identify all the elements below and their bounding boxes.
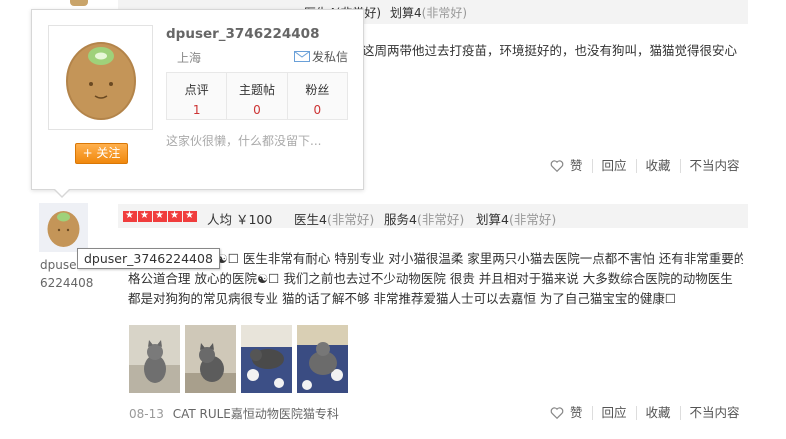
user-profile-popup: dpuser_3746224408 上海 发私信 点评 1 主题帖 0 粉丝 0… (31, 9, 364, 190)
username-tooltip: dpuser_3746224408 (77, 248, 220, 269)
reviewer-avatar[interactable] (39, 203, 88, 252)
heart-icon (550, 407, 564, 420)
cat-photo-icon (185, 325, 236, 393)
popup-stats: 点评 1 主题帖 0 粉丝 0 (166, 72, 348, 120)
mail-icon (294, 51, 310, 62)
star-icon (168, 209, 182, 223)
review-photos (129, 325, 353, 393)
report-button[interactable]: 不当内容 (679, 406, 749, 420)
review2-text: 啊☯☐ 医生非常有耐心 特别专业 对小猫很温柔 家里两只小猫去医院一点都不害怕 … (128, 251, 743, 306)
star-rating (123, 209, 198, 223)
rating-service: 服务4(非常好) (384, 212, 465, 227)
cat-photo-icon (129, 325, 180, 393)
kiwi-avatar-icon (66, 42, 136, 120)
review1-rating-value: 划算4(非常好) (390, 6, 468, 20)
avg-price: 人均 ￥100 (207, 212, 273, 227)
rating-value: 划算4(非常好) (476, 212, 557, 227)
popup-username[interactable]: dpuser_3746224408 (166, 26, 319, 42)
reviewer-avatar-partial[interactable] (70, 0, 88, 6)
send-message-button[interactable]: 发私信 (294, 48, 348, 65)
review2-meta: 08-13 CAT RULE嘉恒动物医院猫专科 (129, 405, 339, 422)
popup-avatar[interactable] (48, 25, 153, 130)
star-icon (138, 209, 152, 223)
kiwi-avatar-icon (39, 203, 88, 252)
rating-doctor: 医生4(非常好) (294, 212, 375, 227)
stat-fans[interactable]: 粉丝 0 (286, 73, 347, 119)
stat-topics[interactable]: 主题帖 0 (226, 73, 286, 119)
review-photo[interactable] (129, 325, 180, 393)
like-button[interactable]: 赞 (550, 159, 592, 173)
reply-button[interactable]: 回应 (591, 406, 636, 420)
star-icon (153, 209, 167, 223)
star-icon (183, 209, 197, 223)
popup-pointer (53, 188, 71, 198)
report-button[interactable]: 不当内容 (679, 159, 749, 173)
stat-reviews[interactable]: 点评 1 (167, 73, 226, 119)
shop-link[interactable]: CAT RULE嘉恒动物医院猫专科 (173, 407, 339, 421)
review2-actions: 赞 回应 收藏 不当内容 (550, 404, 749, 422)
popup-bio: 这家伙很懒，什么都没留下... (166, 134, 322, 148)
review1-actions: 赞 回应 收藏 不当内容 (550, 157, 749, 175)
reply-button[interactable]: 回应 (591, 159, 636, 173)
star-icon (123, 209, 137, 223)
like-button[interactable]: 赞 (550, 406, 592, 420)
favorite-button[interactable]: 收藏 (635, 159, 680, 173)
reviewer-name[interactable]: dpuser (40, 258, 81, 272)
heart-icon (550, 160, 564, 173)
review-photo[interactable] (241, 325, 292, 393)
popup-city: 上海 (177, 51, 202, 65)
favorite-button[interactable]: 收藏 (635, 406, 680, 420)
follow-button[interactable]: + 关注 (75, 143, 128, 164)
cat-photo-icon (241, 325, 292, 393)
cat-photo-icon (297, 325, 348, 393)
reviewer-id: 6224408 (40, 276, 94, 290)
review-date: 08-13 (129, 407, 164, 421)
review-photo[interactable] (185, 325, 236, 393)
review2-rating-bar: 人均 ￥100 医生4(非常好) 服务4(非常好) 划算4(非常好) (118, 204, 748, 228)
review-photo[interactable] (297, 325, 348, 393)
